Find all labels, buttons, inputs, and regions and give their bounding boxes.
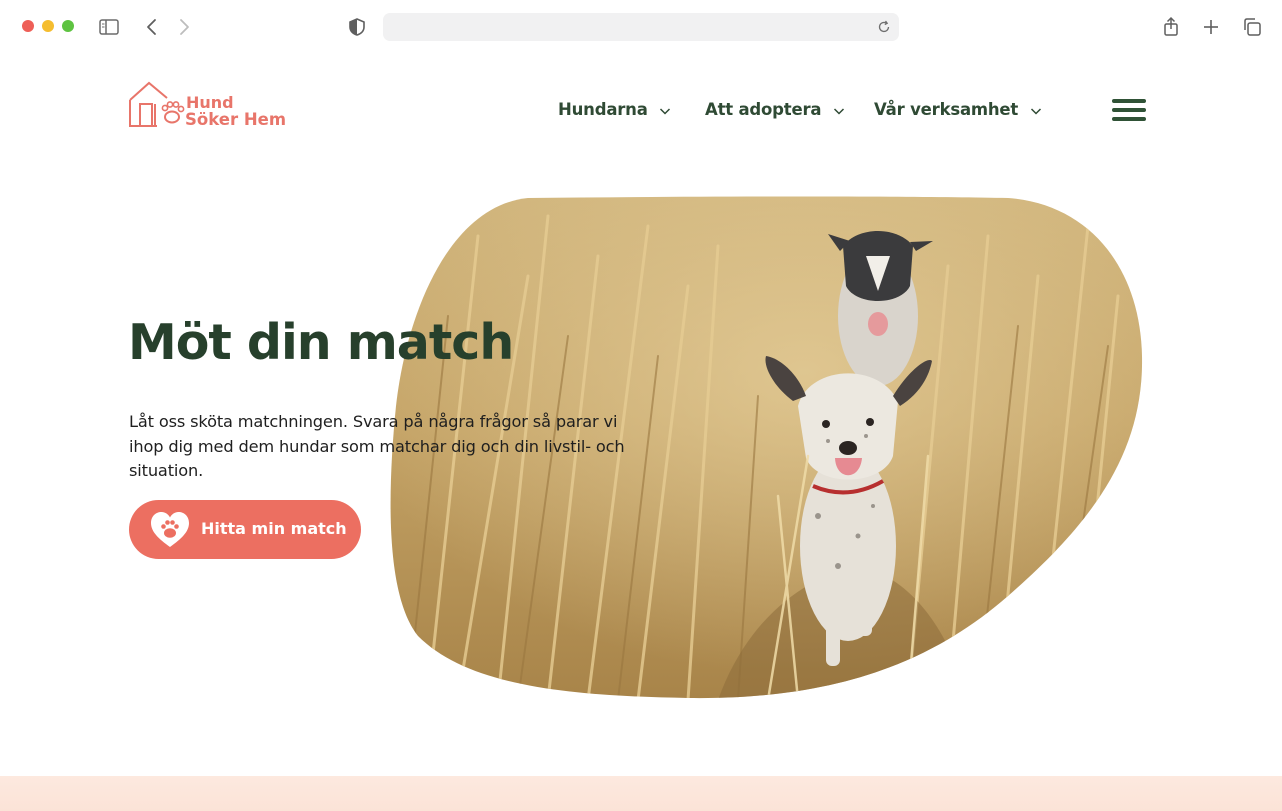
nav-item-label: Hundarna xyxy=(558,100,648,119)
browser-toolbar xyxy=(0,0,1282,54)
nav-item-label: Att adoptera xyxy=(705,100,822,119)
hamburger-menu-icon[interactable] xyxy=(1112,99,1146,123)
chevron-down-icon xyxy=(833,107,844,115)
find-match-label: Hitta min match xyxy=(201,519,347,538)
site-logo[interactable]: Hund Söker Hem xyxy=(127,80,297,130)
logo-text-line2: Söker Hem xyxy=(185,110,287,129)
zoom-window-button[interactable] xyxy=(62,20,74,32)
nav-item-att-adoptera[interactable]: Att adoptera xyxy=(705,100,845,124)
tabs-icon[interactable] xyxy=(1241,16,1263,38)
forward-icon[interactable] xyxy=(173,16,195,38)
hero-description: Låt oss sköta matchningen. Svara på någr… xyxy=(129,412,625,480)
share-icon[interactable] xyxy=(1160,16,1182,38)
reload-icon[interactable] xyxy=(875,18,893,36)
address-bar[interactable] xyxy=(383,13,899,41)
chevron-down-icon xyxy=(660,107,671,115)
nav-item-label: Vår verksamhet xyxy=(874,100,1019,119)
chevron-down-icon xyxy=(1030,107,1041,115)
back-icon[interactable] xyxy=(141,16,163,38)
next-section-band xyxy=(0,776,1282,811)
shield-icon[interactable] xyxy=(346,16,368,38)
heart-paw-icon xyxy=(151,512,189,547)
hero-title: Möt din match xyxy=(128,314,514,371)
new-tab-icon[interactable] xyxy=(1200,16,1222,38)
close-window-button[interactable] xyxy=(22,20,34,32)
nav-item-var-verksamhet[interactable]: Vår verksamhet xyxy=(874,100,1042,124)
minimize-window-button[interactable] xyxy=(42,20,54,32)
sidebar-icon[interactable] xyxy=(98,16,120,38)
find-match-button[interactable]: Hitta min match xyxy=(129,500,361,559)
house-paw-icon xyxy=(129,81,185,127)
nav-item-hundarna[interactable]: Hundarna xyxy=(558,100,671,124)
